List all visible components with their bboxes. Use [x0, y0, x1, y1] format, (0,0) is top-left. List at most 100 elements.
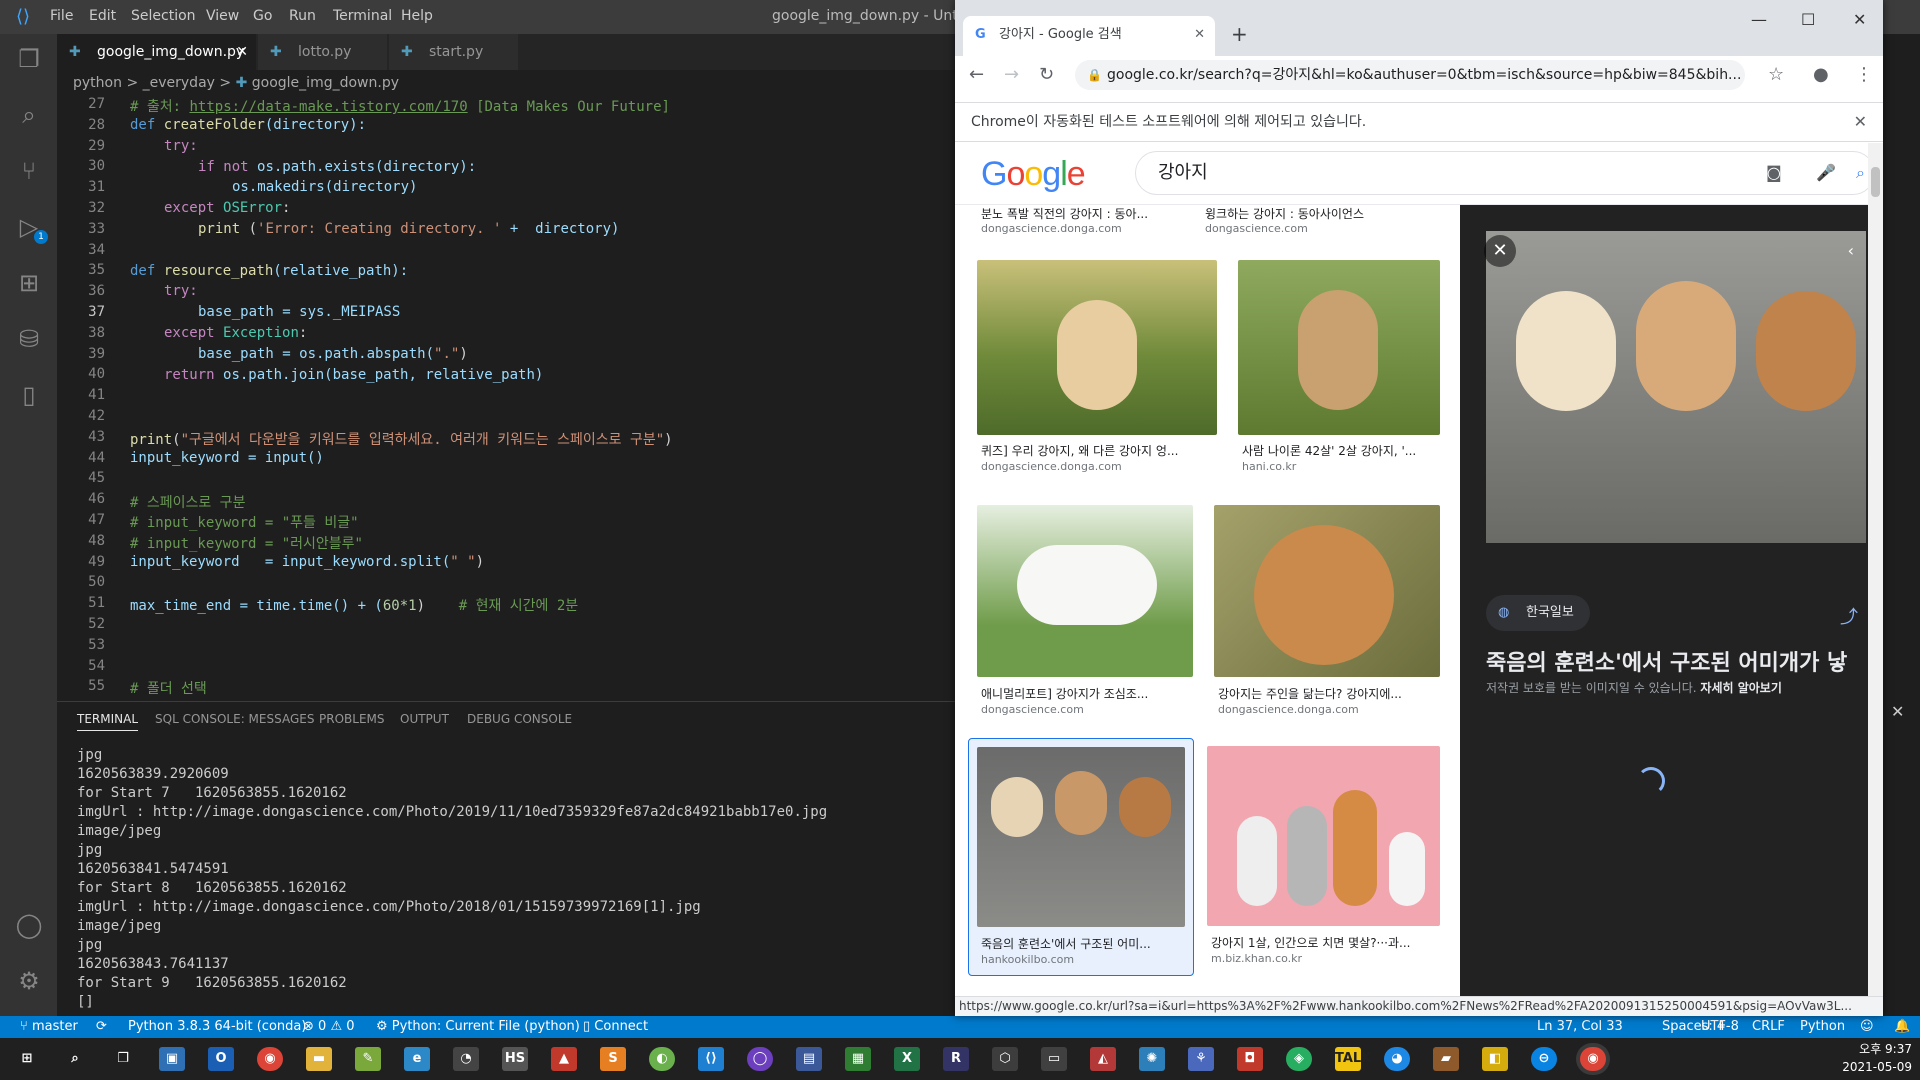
app-icon[interactable]: ◯ [747, 1047, 773, 1071]
result-image[interactable] [1214, 505, 1440, 677]
notepad-plus-icon[interactable]: ✎ [355, 1047, 381, 1071]
sync-icon[interactable]: ⟳ [96, 1016, 107, 1038]
breadcrumb-folder[interactable]: python [73, 75, 122, 91]
close-tab-icon[interactable]: ✕ [1194, 16, 1205, 54]
app-icon[interactable]: R [943, 1047, 969, 1071]
app-icon[interactable]: ◈ [1286, 1047, 1312, 1071]
menu-edit[interactable]: Edit [89, 8, 116, 24]
result-image[interactable] [977, 260, 1217, 435]
run-debug-icon[interactable]: ▷ 1 [12, 210, 48, 244]
encoding[interactable]: UTF-8 [1701, 1016, 1739, 1038]
language-mode[interactable]: Python [1800, 1016, 1845, 1038]
breadcrumb-file[interactable]: google_img_down.py [252, 75, 399, 91]
run-config[interactable]: ⚙ Python: Current File (python) [376, 1016, 580, 1038]
chrome-active-icon[interactable]: ◉ [1580, 1047, 1606, 1071]
code-editor[interactable]: 27 28 29 30 31 32 33 34 35 36 37 38 39 40 41 42 43 44 45 46… [57, 96, 957, 701]
menu-run[interactable]: Run [289, 8, 316, 24]
result-card[interactable]: 분노 폭발 직전의 강아지 : 동아... dongascience.donga… [977, 205, 1197, 241]
bookmark-icon[interactable]: ▯ [12, 378, 46, 412]
search-icon[interactable]: ⌕ [62, 1047, 88, 1071]
share-icon[interactable]: ⤴ [1840, 603, 1858, 629]
reload-icon[interactable]: ↻ [1039, 64, 1054, 85]
result-card[interactable]: 강아지는 주인을 닮는다? 강아지에... dongascience.donga… [1214, 505, 1440, 731]
extensions-icon[interactable]: ⊞ [12, 266, 46, 300]
new-tab-button[interactable]: + [1231, 22, 1248, 46]
tab-problems[interactable]: PROBLEMS [319, 712, 385, 726]
menu-file[interactable]: File [50, 8, 73, 24]
hs-app-icon[interactable]: HS [502, 1047, 528, 1071]
app-icon[interactable]: ⊖ [1531, 1047, 1557, 1071]
app-icon[interactable]: ◐ [649, 1047, 675, 1071]
app-icon[interactable]: ◭ [1090, 1047, 1116, 1071]
app-icon[interactable]: ▲ [551, 1047, 577, 1071]
camera-icon[interactable]: ◙ [1766, 152, 1782, 194]
line-ending[interactable]: CRLF [1752, 1016, 1785, 1038]
connect-status[interactable]: ▯ Connect [583, 1016, 648, 1038]
chrome-menu-icon[interactable]: ⋮ [1855, 64, 1873, 85]
result-card[interactable]: 퀴즈] 우리 강아지, 왜 다른 강아지 엉... dongascience.d… [977, 260, 1217, 486]
close-infobar-icon[interactable]: ✕ [1854, 103, 1867, 141]
preview-image[interactable]: ‹ [1486, 231, 1866, 543]
source-control-icon[interactable]: ⑂ [12, 154, 46, 188]
menu-terminal[interactable]: Terminal [333, 8, 392, 24]
close-window-icon[interactable]: ✕ [1853, 10, 1866, 29]
result-image[interactable] [1238, 260, 1440, 435]
menu-help[interactable]: Help [401, 8, 433, 24]
page-scrollbar[interactable] [1868, 143, 1883, 996]
result-card[interactable]: 윙크하는 강아지 : 동아사이언스 dongascience.com [1201, 205, 1421, 241]
app-icon[interactable]: ✺ [1139, 1047, 1165, 1071]
learn-more-link[interactable]: 자세히 알아보기 [1700, 681, 1781, 695]
settings-gear-icon[interactable]: ⚙ [12, 964, 46, 998]
google-logo[interactable]: Google [981, 155, 1086, 194]
preview-source-badge[interactable]: ◍ 한국일보 [1486, 595, 1590, 631]
explorer-icon[interactable]: ❐ [12, 42, 46, 76]
vscode-taskbar-icon[interactable]: ⟨⟩ [698, 1047, 724, 1071]
sublime-icon[interactable]: S [600, 1047, 626, 1071]
tab-sql-console[interactable]: SQL CONSOLE: MESSAGES [155, 712, 314, 726]
menu-selection[interactable]: Selection [131, 8, 196, 24]
terminal-output[interactable]: jpg 1620563839.2920609 for Start 7 16205… [77, 746, 827, 1012]
database-icon[interactable]: ⛁ [12, 322, 46, 356]
close-panel-icon[interactable]: ✕ [1891, 702, 1904, 721]
result-card[interactable]: 애니멀리포트] 강아지가 조심조... dongascience.com [977, 505, 1193, 731]
breadcrumb-folder[interactable]: _everyday [143, 75, 215, 91]
chrome-taskbar-icon[interactable]: ◉ [257, 1047, 283, 1071]
app-icon[interactable]: ▰ [1433, 1047, 1459, 1071]
cursor-position[interactable]: Ln 37, Col 33 [1537, 1016, 1623, 1038]
account-icon[interactable]: ◯ [12, 908, 46, 942]
feedback-icon[interactable]: ☺ [1860, 1016, 1874, 1038]
python-interpreter[interactable]: Python 3.8.3 64-bit (conda) [128, 1016, 306, 1038]
menu-go[interactable]: Go [253, 8, 272, 24]
tab-start[interactable]: ✚ start.py [389, 34, 519, 70]
app-icon[interactable]: ◕ [1384, 1047, 1410, 1071]
tab-lotto[interactable]: ✚ lotto.py [258, 34, 388, 70]
profile-icon[interactable]: ● [1813, 64, 1829, 85]
system-clock[interactable]: 오후 9:37 2021-05-09 [1842, 1040, 1912, 1076]
forward-icon[interactable]: → [1004, 64, 1019, 85]
preview-title[interactable]: 죽음의 훈련소'에서 구조된 어미개가 낳 [1486, 645, 1883, 677]
maximize-icon[interactable]: ☐ [1801, 10, 1815, 29]
task-view-icon[interactable]: ❐ [110, 1047, 136, 1071]
result-image[interactable] [977, 505, 1193, 677]
app-icon[interactable]: ▦ [845, 1047, 871, 1071]
bookmark-star-icon[interactable]: ☆ [1768, 64, 1784, 85]
tab-output[interactable]: OUTPUT [400, 712, 449, 726]
search-icon[interactable]: ⌕ [12, 98, 46, 132]
app-icon[interactable]: ◧ [1482, 1047, 1508, 1071]
github-icon[interactable]: ◔ [453, 1047, 479, 1071]
tab-debug-console[interactable]: DEBUG CONSOLE [467, 712, 572, 726]
problems-status[interactable]: ⊗ 0 ⚠ 0 [303, 1016, 355, 1038]
back-icon[interactable]: ← [969, 64, 984, 85]
search-icon[interactable]: ⌕ [1856, 152, 1865, 194]
menu-view[interactable]: View [206, 8, 239, 24]
notifications-icon[interactable]: 🔔 [1894, 1016, 1910, 1038]
result-card[interactable]: 강아지 1살, 인간으로 치면 몇살?···과... m.biz.khan.co… [1207, 746, 1440, 976]
tab-terminal[interactable]: TERMINAL [77, 712, 139, 731]
close-preview-icon[interactable]: ✕ [1484, 235, 1516, 267]
windows-start-icon[interactable]: ⊞ [14, 1047, 40, 1071]
edge-icon[interactable]: e [404, 1047, 430, 1071]
scrollbar-thumb[interactable] [1871, 167, 1880, 197]
result-image[interactable] [1207, 746, 1440, 926]
result-card-selected[interactable]: 죽음의 훈련소'에서 구조된 어미... hankookilbo.com [968, 738, 1194, 976]
excel-icon[interactable]: X [894, 1047, 920, 1071]
